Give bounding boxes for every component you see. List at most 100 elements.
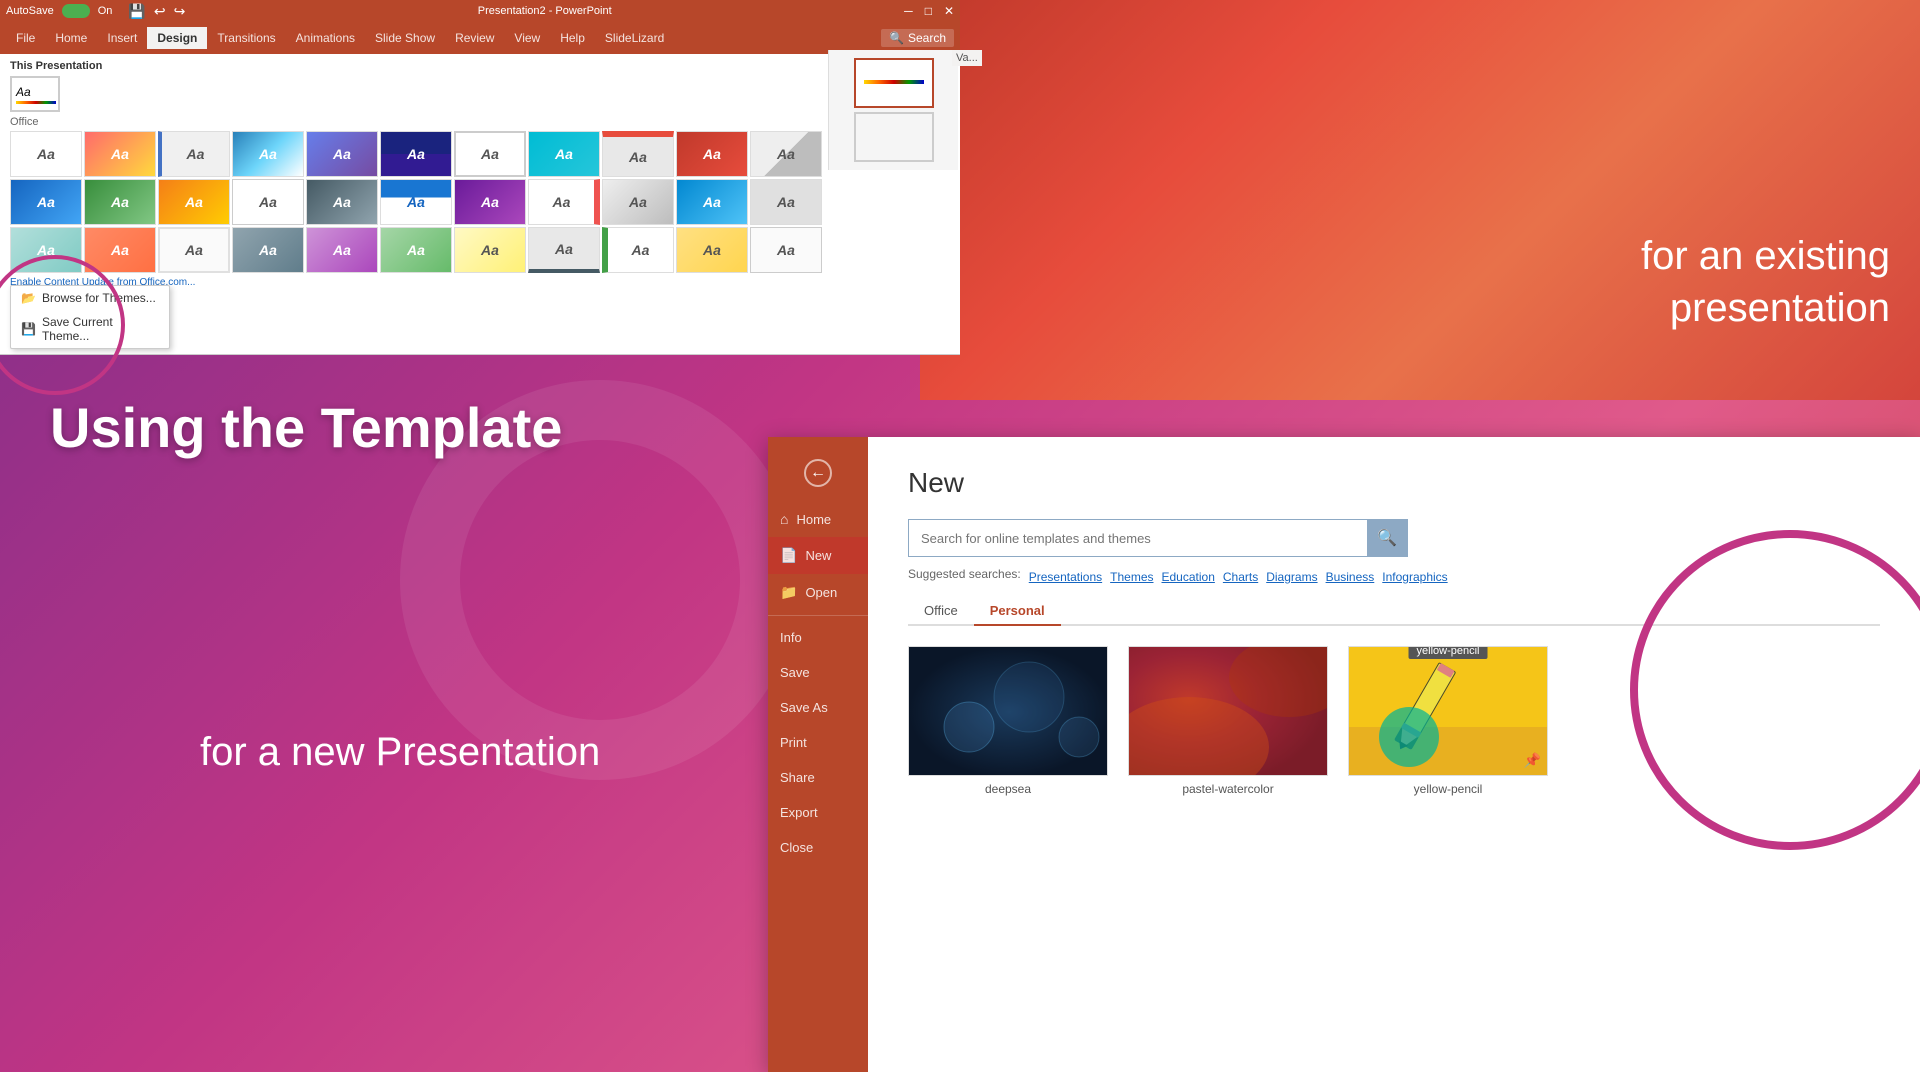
current-theme-box[interactable]: Aa (10, 76, 60, 112)
for-new-text: for a new Presentation (200, 730, 600, 775)
template-search-box[interactable]: 🔍 (908, 519, 1408, 557)
tab-home[interactable]: Home (45, 27, 97, 49)
theme-red-top[interactable]: Aa (602, 131, 674, 177)
ribbon-search-box[interactable]: 🔍 Search (881, 29, 954, 47)
theme-extra2[interactable]: Aa (10, 227, 82, 273)
prese-label: Prese... (1849, 437, 1920, 463)
theme-extra5[interactable]: Aa (232, 227, 304, 273)
ribbon-tabs: File Home Insert Design Transitions Anim… (0, 22, 960, 54)
tab-office[interactable]: Office (908, 597, 974, 626)
theme-extra8[interactable]: Aa (454, 227, 526, 273)
template-search-input[interactable] (909, 531, 1367, 546)
tab-insert[interactable]: Insert (97, 27, 147, 49)
template-pastel-watercolor[interactable]: pastel-watercolor (1128, 646, 1328, 796)
theme-light[interactable]: Aa (232, 179, 304, 225)
suggested-charts[interactable]: Charts (1223, 570, 1258, 584)
theme-green[interactable]: Aa (84, 179, 156, 225)
theme-panel: This Presentation Aa Office Aa Aa Aa Aa … (0, 54, 960, 294)
theme-extra4[interactable]: Aa (158, 227, 230, 273)
sidebar-new[interactable]: 📄 New (768, 537, 868, 574)
theme-slate[interactable]: Aa (306, 179, 378, 225)
undo-icon[interactable]: ↩ (154, 3, 166, 20)
export-label: Export (780, 805, 818, 820)
home-icon: ⌂ (780, 511, 788, 527)
sidebar-share[interactable]: Share (768, 760, 868, 795)
minimize-btn[interactable]: ─ (904, 4, 913, 18)
save-icon[interactable]: 💾 (128, 3, 145, 20)
new-dialog-title: New (908, 467, 1880, 499)
suggested-infographics[interactable]: Infographics (1382, 570, 1447, 584)
sidebar-back-btn[interactable]: ← (804, 459, 832, 487)
browse-themes-item[interactable]: 📂 Browse for Themes... (11, 286, 169, 310)
suggested-presentations[interactable]: Presentations (1029, 570, 1102, 584)
theme-extra12[interactable]: Aa (750, 227, 822, 273)
tab-view[interactable]: View (504, 27, 550, 49)
top-right-bg (920, 0, 1920, 400)
theme-dark[interactable]: Aa (380, 131, 452, 177)
theme-extra10[interactable]: Aa (602, 227, 674, 273)
theme-purple[interactable]: Aa (306, 131, 378, 177)
close-btn[interactable]: ✕ (944, 4, 954, 18)
maximize-btn[interactable]: □ (925, 4, 932, 18)
theme-extra6[interactable]: Aa (306, 227, 378, 273)
template-search-button[interactable]: 🔍 (1367, 520, 1407, 556)
template-deepsea[interactable]: deepsea (908, 646, 1108, 796)
theme-extra11[interactable]: Aa (676, 227, 748, 273)
tab-transitions[interactable]: Transitions (207, 27, 285, 49)
sidebar-open[interactable]: 📁 Open (768, 574, 868, 611)
tab-slidelizard[interactable]: SlideLizard (595, 27, 674, 49)
sidebar-home[interactable]: ⌂ Home (768, 501, 868, 537)
save-theme-icon: 💾 (21, 322, 36, 336)
suggested-themes[interactable]: Themes (1110, 570, 1153, 584)
theme-border-red[interactable]: Aa (528, 179, 600, 225)
autosave-toggle[interactable] (62, 4, 90, 18)
sidebar-print[interactable]: Print (768, 725, 868, 760)
theme-sky[interactable]: Aa (232, 131, 304, 177)
tab-animations[interactable]: Animations (286, 27, 365, 49)
tab-design[interactable]: Design (147, 27, 207, 49)
pastel-label: pastel-watercolor (1182, 782, 1273, 796)
sidebar-save[interactable]: Save (768, 655, 868, 690)
theme-colorful[interactable]: Aa (84, 131, 156, 177)
save-theme-item[interactable]: 💾 Save Current Theme... (11, 310, 169, 348)
redo-icon[interactable]: ↪ (174, 3, 186, 20)
tab-help[interactable]: Help (550, 27, 595, 49)
theme-extra9[interactable]: Aa (528, 227, 600, 273)
theme-violet[interactable]: Aa (454, 179, 526, 225)
theme-red[interactable]: Aa (676, 131, 748, 177)
suggested-diagrams[interactable]: Diagrams (1266, 570, 1317, 584)
tab-slideshow[interactable]: Slide Show (365, 27, 445, 49)
sidebar-export[interactable]: Export (768, 795, 868, 830)
sidebar-close[interactable]: Close (768, 830, 868, 865)
theme-gray[interactable]: Aa (750, 131, 822, 177)
pastel-thumb[interactable] (1128, 646, 1328, 776)
pencil-thumb[interactable]: yellow-pencil 📌 (1348, 646, 1548, 776)
theme-navy[interactable]: Aa (10, 179, 82, 225)
tab-review[interactable]: Review (445, 27, 504, 49)
slide-thumb-2[interactable] (854, 112, 934, 162)
suggested-business[interactable]: Business (1326, 570, 1375, 584)
theme-blue[interactable]: Aa (158, 131, 230, 177)
theme-default[interactable]: Aa (10, 131, 82, 177)
theme-sky2[interactable]: Aa (676, 179, 748, 225)
office-label: Office (10, 116, 950, 128)
tab-file[interactable]: File (6, 27, 45, 49)
theme-plain[interactable]: Aa (454, 131, 526, 177)
theme-extra3[interactable]: Aa (84, 227, 156, 273)
theme-yellow[interactable]: Aa (158, 179, 230, 225)
theme-extra7[interactable]: Aa (380, 227, 452, 273)
for-existing-text: for an existingpresentation (1641, 230, 1890, 334)
theme-silver[interactable]: Aa (602, 179, 674, 225)
search-magnifier-icon: 🔍 (1377, 528, 1397, 548)
slide-thumb-1[interactable] (854, 58, 934, 108)
sidebar-saveas[interactable]: Save As (768, 690, 868, 725)
themes-dropdown: 📂 Browse for Themes... 💾 Save Current Th… (10, 285, 170, 349)
theme-extra1[interactable]: Aa (750, 179, 822, 225)
sidebar-info[interactable]: Info (768, 620, 868, 655)
theme-split[interactable]: Aa (380, 179, 452, 225)
deepsea-thumb[interactable] (908, 646, 1108, 776)
template-yellow-pencil[interactable]: yellow-pencil 📌 yellow-pencil (1348, 646, 1548, 796)
theme-teal[interactable]: Aa (528, 131, 600, 177)
suggested-education[interactable]: Education (1162, 570, 1215, 584)
tab-personal[interactable]: Personal (974, 597, 1061, 626)
